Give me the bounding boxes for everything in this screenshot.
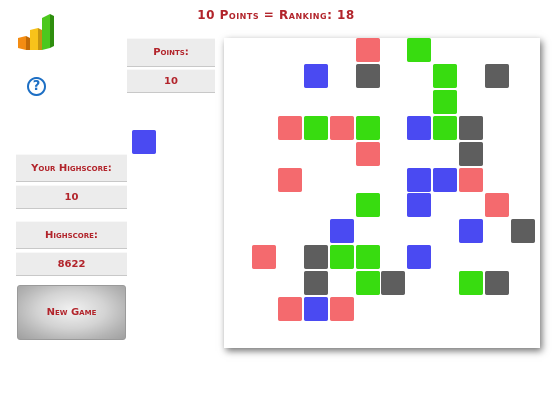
- tile-red[interactable]: [278, 116, 302, 140]
- tile-green[interactable]: [356, 193, 380, 217]
- tile-red[interactable]: [330, 116, 354, 140]
- highscore-label: Highscore:: [16, 221, 127, 249]
- tile-green[interactable]: [356, 245, 380, 269]
- next-tile-preview: [132, 130, 156, 154]
- tile-red[interactable]: [278, 168, 302, 192]
- tile-green[interactable]: [356, 271, 380, 295]
- tile-gray[interactable]: [459, 116, 483, 140]
- tile-blue[interactable]: [304, 297, 328, 321]
- tile-red[interactable]: [278, 297, 302, 321]
- tile-blue[interactable]: [407, 116, 431, 140]
- tile-blue[interactable]: [304, 64, 328, 88]
- highscore-value: 8622: [16, 252, 127, 276]
- tile-red[interactable]: [252, 245, 276, 269]
- tile-red[interactable]: [356, 142, 380, 166]
- ranking-status-text: 10 Points = Ranking: 18: [197, 8, 355, 22]
- tile-gray[interactable]: [304, 271, 328, 295]
- question-mark-icon: ?: [32, 79, 41, 94]
- tile-green[interactable]: [330, 245, 354, 269]
- tile-blue[interactable]: [459, 219, 483, 243]
- tile-red[interactable]: [485, 193, 509, 217]
- tile-gray[interactable]: [356, 64, 380, 88]
- tile-blue[interactable]: [433, 168, 457, 192]
- new-game-button[interactable]: New Game: [17, 285, 126, 340]
- tile-blue[interactable]: [407, 245, 431, 269]
- tile-green[interactable]: [356, 116, 380, 140]
- bar-chart-logo-icon: [18, 14, 54, 50]
- tile-gray[interactable]: [511, 219, 535, 243]
- tile-red[interactable]: [330, 297, 354, 321]
- tile-red[interactable]: [356, 38, 380, 62]
- your-highscore-label: Your Highscore:: [16, 154, 127, 182]
- tile-gray[interactable]: [459, 142, 483, 166]
- points-value: 10: [127, 69, 215, 93]
- tile-green[interactable]: [459, 271, 483, 295]
- tile-red[interactable]: [459, 168, 483, 192]
- tile-blue[interactable]: [330, 219, 354, 243]
- tile-gray[interactable]: [381, 271, 405, 295]
- game-board[interactable]: [224, 38, 540, 348]
- tile-green[interactable]: [433, 116, 457, 140]
- help-button[interactable]: ?: [27, 77, 46, 96]
- tile-blue[interactable]: [407, 193, 431, 217]
- tile-gray[interactable]: [485, 64, 509, 88]
- tile-green[interactable]: [433, 90, 457, 114]
- tile-green[interactable]: [433, 64, 457, 88]
- tile-gray[interactable]: [304, 245, 328, 269]
- tile-blue[interactable]: [407, 168, 431, 192]
- points-label: Points:: [127, 38, 215, 67]
- tile-green[interactable]: [407, 38, 431, 62]
- tile-gray[interactable]: [485, 271, 509, 295]
- tile-green[interactable]: [304, 116, 328, 140]
- your-highscore-value: 10: [16, 185, 127, 209]
